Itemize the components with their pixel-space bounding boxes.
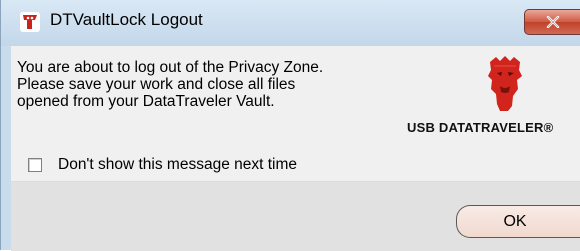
brand-logo-text: USB DATATRAVELER®: [407, 120, 554, 135]
logout-message: You are about to log out of the Privacy …: [17, 59, 397, 110]
message-line: You are about to log out of the Privacy …: [17, 59, 324, 76]
ok-button[interactable]: OK: [456, 205, 580, 238]
message-line: opened from your DataTraveler Vault.: [17, 93, 275, 110]
logout-dialog: DTVaultLock Logout You are about to log …: [0, 0, 580, 251]
window-title: DTVaultLock Logout: [50, 10, 203, 29]
dont-show-label[interactable]: Don't show this message next time: [58, 156, 297, 174]
kingston-head-icon: [488, 56, 522, 111]
title-bar[interactable]: DTVaultLock Logout: [1, 0, 580, 46]
message-line: Please save your work and close all file…: [17, 76, 296, 93]
dont-show-option[interactable]: Don't show this message next time: [28, 154, 297, 176]
close-button[interactable]: [524, 9, 580, 35]
button-area: OK: [11, 181, 580, 251]
app-icon: [20, 12, 40, 32]
close-icon: [546, 16, 560, 28]
dont-show-checkbox[interactable]: [28, 158, 42, 172]
dialog-body: You are about to log out of the Privacy …: [11, 46, 580, 251]
